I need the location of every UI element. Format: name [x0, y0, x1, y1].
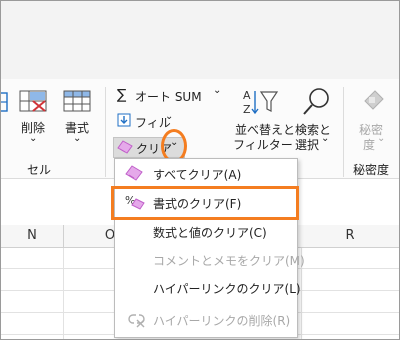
chevron-down-icon: ⌄ — [73, 133, 82, 144]
menu-item-label: 書式のクリア(F) — [153, 197, 242, 211]
menu-item-clear-formats[interactable]: % 書式のクリア(F) — [115, 188, 297, 216]
svg-text:Z: Z — [243, 103, 251, 116]
eraser-icon — [117, 140, 133, 154]
delete-button[interactable]: 削除 ⌄ — [15, 87, 55, 144]
sort-filter-button[interactable]: A Z 並べ替えと フィルター — [231, 85, 295, 155]
menu-item-label: ハイパーリンクのクリア(L) — [153, 282, 301, 296]
menu-item-clear-comments: コメントとメモをクリア(M) — [115, 245, 305, 273]
chevron-down-icon: ⌄ — [213, 85, 222, 96]
clear-label: クリア — [136, 142, 173, 156]
eraser-icon — [125, 165, 143, 181]
column-header-r[interactable]: R — [301, 225, 399, 247]
menu-item-label: ハイパーリンクの削除(R) — [153, 314, 291, 328]
chevron-down-icon: ⌄ — [377, 133, 386, 144]
sensitivity-icon — [364, 90, 384, 110]
magnifier-icon — [303, 88, 329, 115]
sensitivity-label-2: 度 — [363, 138, 376, 152]
column-header-label: R — [345, 228, 355, 243]
column-header-n[interactable]: N — [1, 225, 64, 247]
menu-item-clear-hyperlinks[interactable]: ハイパーリンクのクリア(L) — [115, 273, 301, 301]
title-area — [1, 1, 399, 79]
column-header-label: N — [27, 228, 37, 243]
group-separator — [105, 87, 106, 177]
fill-button[interactable]: フィル ⌄ — [117, 111, 187, 131]
cells-group-label: セル — [27, 163, 52, 177]
format-cells-icon — [63, 90, 91, 112]
autosum-label: オート SUM — [135, 90, 202, 104]
sigma-icon: ∑ — [117, 87, 127, 103]
format-button[interactable]: 書式 ⌄ — [59, 87, 99, 144]
menu-item-clear-contents[interactable]: 数式と値のクリア(C) — [115, 217, 297, 245]
group-separator — [343, 87, 344, 177]
sort-filter-icon: A Z — [243, 89, 279, 116]
find-label-2: 選択 — [295, 138, 320, 152]
chevron-down-icon: ⌄ — [29, 133, 38, 144]
clear-formats-icon: % — [125, 194, 145, 210]
sensitivity-group-label: 秘密度 — [353, 163, 390, 177]
find-select-button[interactable]: 検索と 選択 ⌄ — [291, 85, 337, 155]
fill-down-icon — [117, 113, 131, 127]
excel-window: 削除 ⌄ 書式 ⌄ セル ∑ オート SUM ⌄ フィル ⌄ クリア ⌄ A Z… — [0, 0, 400, 340]
menu-item-label: 数式と値のクリア(C) — [153, 226, 267, 240]
menu-item-label: すべてクリア(A) — [153, 168, 242, 182]
column-gridline — [63, 248, 64, 339]
remove-hyperlink-icon — [128, 314, 145, 328]
insert-icon-partial[interactable] — [0, 91, 11, 113]
menu-item-label: コメントとメモをクリア(M) — [153, 254, 305, 268]
chevron-down-icon: ⌄ — [170, 137, 179, 148]
svg-text:A: A — [243, 89, 251, 102]
clear-button[interactable]: クリア ⌄ — [113, 137, 185, 158]
chevron-down-icon: ⌄ — [321, 133, 330, 144]
autosum-button[interactable]: ∑ オート SUM ⌄ — [117, 85, 227, 105]
delete-cells-icon — [19, 90, 47, 112]
chevron-down-icon: ⌄ — [165, 111, 174, 122]
menu-item-clear-all[interactable]: すべてクリア(A) — [115, 159, 297, 187]
sensitivity-button: 秘密 度 ⌄ — [351, 85, 399, 155]
sort-label-2: フィルター — [233, 138, 293, 152]
menu-item-remove-hyperlinks: ハイパーリンクの削除(R) — [115, 305, 297, 333]
clear-dropdown-menu: すべてクリア(A) % 書式のクリア(F) 数式と値のクリア(C) コメントとメ… — [114, 158, 305, 338]
